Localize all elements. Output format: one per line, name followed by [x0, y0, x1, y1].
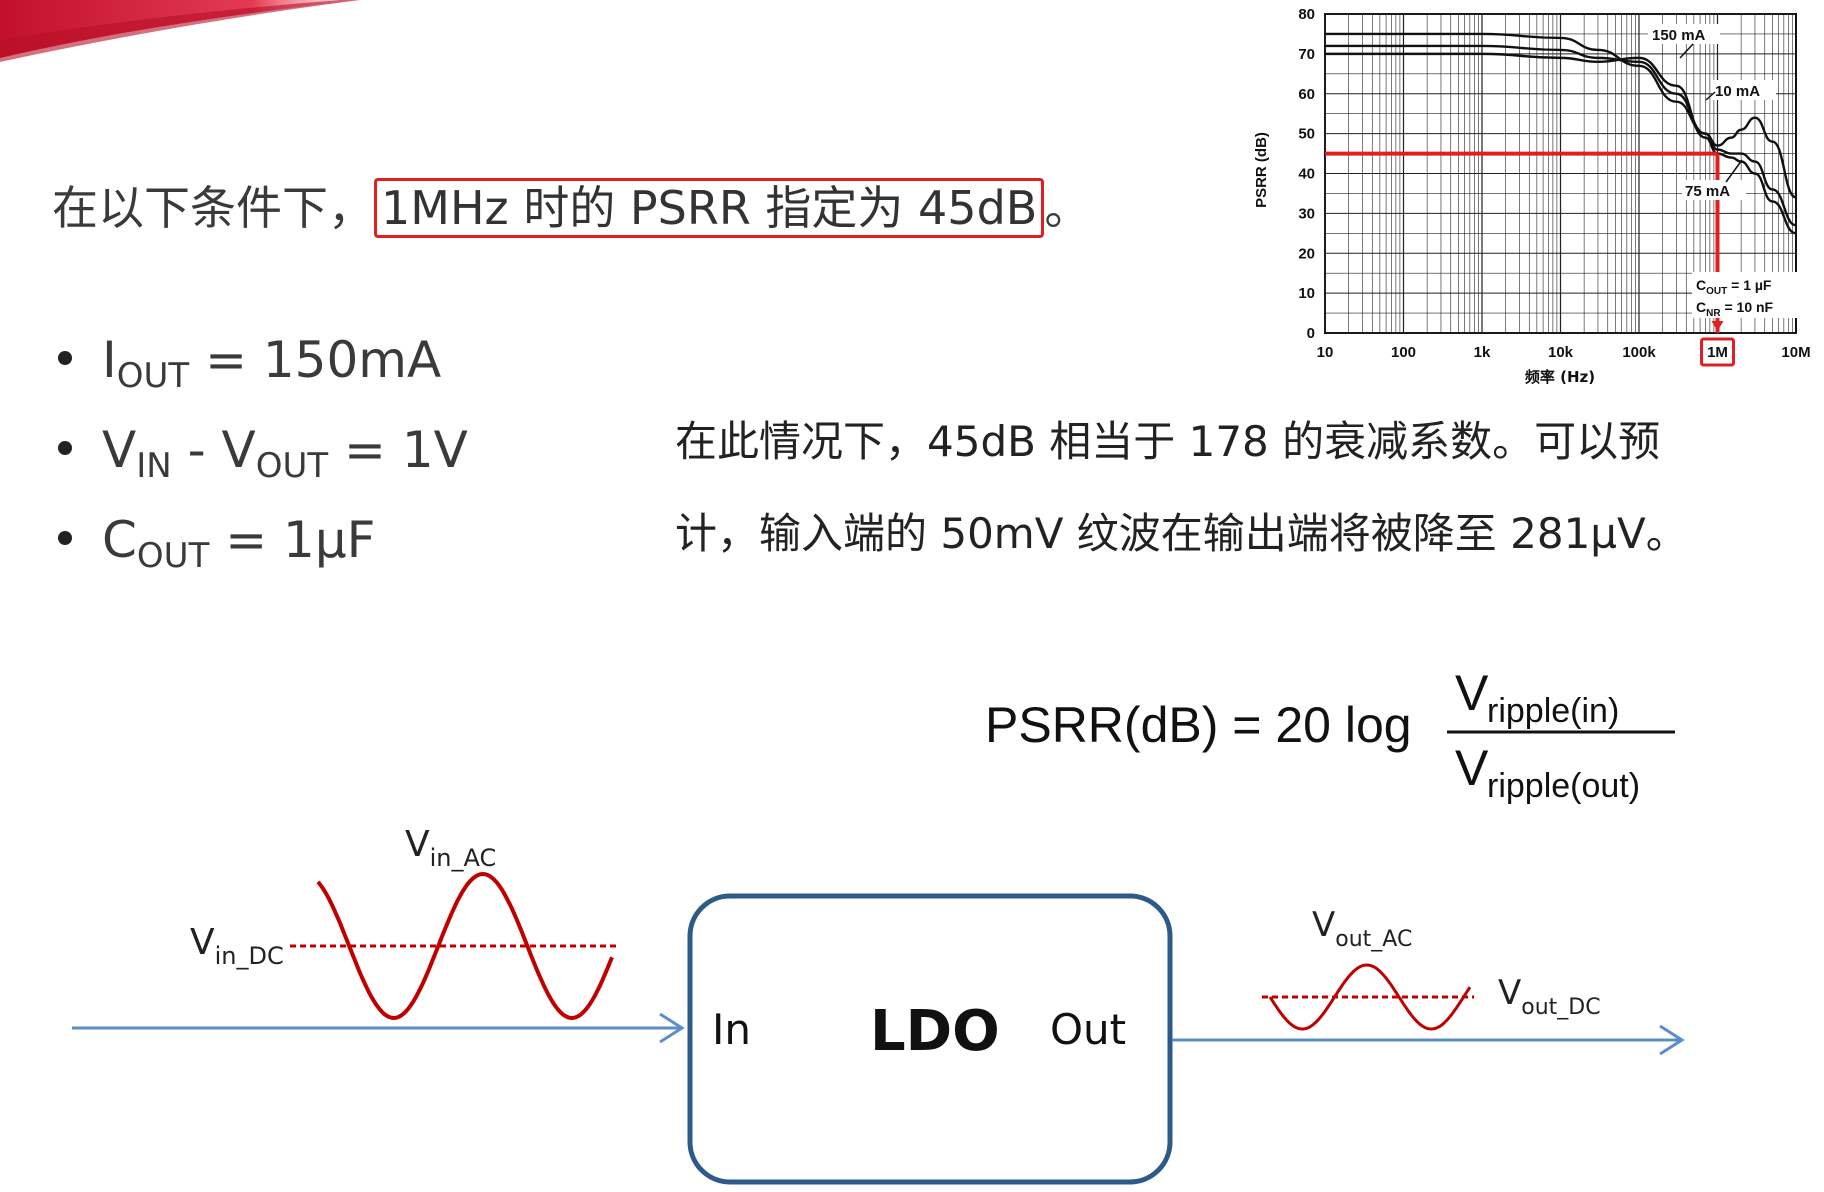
explanation-line-1: 在此情况下，45dB 相当于 178 的衰减系数。可以预	[675, 417, 1661, 466]
psrr-formula: PSRR(dB) = 20 log V ripple(in) V ripple(…	[985, 665, 1675, 805]
condition-vin-vout: VIN - VOUT = 1V	[58, 420, 468, 496]
vin-dc-label: Vin_DC	[190, 922, 284, 970]
chart-x-tick-label: 1M	[1707, 344, 1728, 361]
vout-dc-label: Vout_DC	[1498, 973, 1601, 1020]
bullet-dot	[58, 440, 72, 455]
ldo-out-label: Out	[1050, 1005, 1126, 1054]
series-label-75ma: 75 mA	[1685, 183, 1730, 200]
formula-numerator-sub: ripple(in)	[1487, 692, 1619, 730]
headline-prefix: 在以下条件下，	[52, 181, 374, 235]
chart-y-label: PSRR (dB)	[1253, 132, 1270, 208]
chart-y-tick-label: 50	[1298, 126, 1315, 143]
ldo-diagram: Vin_AC Vin_DC In LDO Out Vout_AC Vout_DC	[72, 824, 1685, 1185]
chart-y-tick-label: 20	[1298, 245, 1315, 262]
chart-y-tick-label: 0	[1307, 325, 1315, 342]
chart-x-tick-label: 100	[1391, 344, 1416, 361]
chart-y-tick-label: 30	[1298, 205, 1315, 222]
chart-y-tick-label: 60	[1298, 86, 1315, 103]
chart-x-tick-label: 1k	[1474, 344, 1491, 361]
headline-suffix: 。	[1044, 181, 1091, 235]
headline: 在以下条件下， 1MHz 时的 PSRR 指定为 45dB。	[52, 178, 1090, 238]
formula-numerator-v: V	[1455, 665, 1489, 721]
condition-iout: IOUT = 150mA	[58, 330, 441, 406]
series-label-150ma: 150 mA	[1652, 27, 1706, 44]
formula-denominator-v: V	[1455, 740, 1489, 796]
series-label-10ma: 10 mA	[1715, 83, 1760, 100]
psrr-chart: 0102030405060708010 100 1k 10k 100k 1M 10M PSR…	[1253, 6, 1816, 386]
chart-y-tick-label: 80	[1298, 6, 1315, 23]
chart-x-tick-label: 10	[1317, 344, 1334, 361]
chart-y-tick-label: 70	[1298, 46, 1315, 63]
bullet-dot	[58, 350, 72, 365]
chart-x-label: 频率 (Hz)	[1525, 368, 1595, 386]
ldo-in-label: In	[712, 1005, 751, 1054]
explanation-line-2: 计，输入端的 50mV 纹波在输出端将被降至 281µV。	[675, 509, 1688, 558]
chart-x-tick-label: 10M	[1781, 344, 1810, 361]
vout-ac-wave	[1268, 963, 1472, 1031]
headline-highlight: 1MHz 时的 PSRR 指定为 45dB	[374, 178, 1045, 238]
formula-denominator-sub: ripple(out)	[1487, 767, 1640, 805]
chart-x-tick-label: 10k	[1548, 344, 1574, 361]
corner-swoosh-decoration	[0, 0, 360, 62]
chart-y-tick-label: 10	[1298, 285, 1315, 302]
chart-y-tick-label: 40	[1298, 166, 1315, 183]
condition-cout: COUT = 1µF	[58, 510, 375, 586]
ldo-title: LDO	[870, 999, 1000, 1064]
bullet-dot	[58, 530, 72, 545]
vout-ac-label: Vout_AC	[1312, 905, 1412, 952]
chart-x-tick-label: 100k	[1622, 344, 1656, 361]
formula-lhs: PSRR(dB) = 20 log	[985, 697, 1412, 753]
vin-ac-label: Vin_AC	[405, 824, 496, 872]
